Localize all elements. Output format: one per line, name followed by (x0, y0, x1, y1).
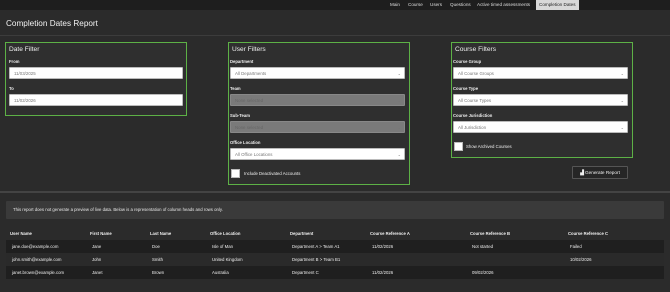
cell-last-name: Doe (152, 244, 160, 249)
cell-user-name: john.smith@example.com (12, 257, 62, 262)
chevron-down-icon: ⌄ (620, 98, 624, 103)
filter-area: Date Filter From 11/03/2025 To 11/02/202… (0, 37, 670, 189)
chevron-down-icon: ⌄ (397, 125, 401, 130)
to-label: To (9, 86, 14, 91)
course-group-label: Course Group (453, 59, 482, 64)
cell-first-name: John (92, 257, 102, 262)
cell-course-ref-a: 11/02/2026 (372, 244, 394, 249)
course-type-select[interactable]: All Course Types ⌄ (453, 94, 628, 106)
tab-completion-dates[interactable]: Completion Dates (536, 0, 579, 10)
cell-first-name: Jane (92, 244, 102, 249)
top-nav: Main Course Users Questions Active timed… (0, 0, 670, 10)
cell-course-ref-c: 10/02/2026 (570, 257, 592, 262)
office-location-select[interactable]: All Office Locations ⌄ (230, 148, 405, 160)
subteam-value: None selected (235, 125, 264, 130)
show-archived-checkbox[interactable] (454, 142, 463, 151)
course-group-value: All Course Groups (458, 71, 494, 76)
date-filter-title: Date Filter (9, 46, 40, 53)
table-row: john.smith@example.com John Smith United… (6, 253, 664, 266)
tab-users[interactable]: Users (427, 0, 445, 10)
cell-first-name: Janet (92, 270, 103, 275)
from-label: From (9, 59, 20, 64)
title-bar: Completion Dates Report (0, 14, 670, 36)
team-label: Team (230, 86, 241, 91)
preview-notice: This report does not generate a preview … (6, 201, 664, 219)
date-filter-panel: Date Filter From 11/03/2025 To 11/02/202… (5, 42, 187, 116)
header-user-name: User Name (10, 231, 32, 236)
table-row: janet.brown@example.com Janet Brown Aust… (6, 266, 664, 279)
cell-last-name: Brown (152, 270, 165, 275)
user-filters-title: User Filters (232, 46, 266, 53)
team-select[interactable]: None selected ⌄ (230, 94, 405, 106)
cell-course-ref-b: 09/02/2026 (472, 270, 494, 275)
page-title: Completion Dates Report (6, 19, 98, 28)
course-filters-panel: Course Filters Course Group All Course G… (451, 42, 633, 158)
course-jurisdiction-select[interactable]: All Jurisdiction ⌄ (453, 121, 628, 133)
subteam-select[interactable]: None selected ⌄ (230, 121, 405, 133)
cell-office-location: United Kingdom (212, 257, 243, 262)
tab-questions[interactable]: Questions (447, 0, 474, 10)
office-location-label: Office Location (230, 140, 261, 145)
to-date-input[interactable]: 11/02/2026 (9, 94, 183, 106)
cell-course-ref-c: Failed (570, 244, 582, 249)
chevron-down-icon: ⌄ (397, 152, 401, 157)
cell-department: Department A > Team A1 (292, 244, 340, 249)
to-date-value: 11/02/2026 (14, 98, 36, 103)
course-type-value: All Course Types (458, 98, 492, 103)
tab-active-timed-assessments[interactable]: Active timed assessments (474, 0, 533, 10)
show-archived-label: Show Archived Courses (466, 144, 512, 149)
cell-department: Department C (292, 270, 319, 275)
generate-report-button[interactable]: ▟Generate Report (572, 166, 628, 179)
cell-department: Department B > Team B1 (292, 257, 341, 262)
cell-user-name: jane.doe@example.com (12, 244, 59, 249)
department-value: All Departments (235, 71, 267, 76)
cell-course-ref-a: 11/02/2026 (372, 270, 394, 275)
course-type-label: Course Type (453, 86, 479, 91)
chevron-down-icon: ⌄ (620, 125, 624, 130)
cell-office-location: Isle of Man (212, 244, 234, 249)
include-deactivated-checkbox[interactable] (231, 169, 240, 178)
section-divider (0, 191, 670, 193)
chart-icon: ▟ (580, 170, 584, 176)
header-office-location: Office Location (210, 231, 241, 236)
cell-last-name: Smith (152, 257, 163, 262)
table-row: jane.doe@example.com Jane Doe Isle of Ma… (6, 240, 664, 253)
tab-course[interactable]: Course (405, 0, 426, 10)
header-course-ref-c: Course Reference C (568, 231, 609, 236)
course-filters-title: Course Filters (455, 46, 497, 53)
header-course-ref-a: Course Reference A (370, 231, 410, 236)
office-location-value: All Office Locations (235, 152, 273, 157)
team-value: None selected (235, 98, 264, 103)
cell-course-ref-b: Not started (472, 244, 494, 249)
from-date-input[interactable]: 11/03/2025 (9, 67, 183, 79)
header-department: Department (290, 231, 314, 236)
chevron-down-icon: ⌄ (620, 71, 624, 76)
generate-report-label: Generate Report (584, 170, 620, 175)
cell-office-location: Australia (212, 270, 229, 275)
table-header: User Name First Name Last Name Office Lo… (6, 228, 664, 240)
course-group-select[interactable]: All Course Groups ⌄ (453, 67, 628, 79)
chevron-down-icon: ⌄ (397, 71, 401, 76)
department-label: Department (230, 59, 254, 64)
cell-user-name: janet.brown@example.com (12, 270, 65, 275)
course-jurisdiction-value: All Jurisdiction (458, 125, 487, 130)
header-course-ref-b: Course Reference B (470, 231, 511, 236)
department-select[interactable]: All Departments ⌄ (230, 67, 405, 79)
user-filters-panel: User Filters Department All Departments ⌄… (228, 42, 410, 185)
tab-main[interactable]: Main (387, 0, 403, 10)
chevron-down-icon: ⌄ (397, 98, 401, 103)
course-jurisdiction-label: Course Jurisdiction (453, 113, 493, 118)
subteam-label: Sub-Team (230, 113, 250, 118)
header-last-name: Last Name (150, 231, 172, 236)
header-first-name: First Name (90, 231, 112, 236)
include-deactivated-label: Include Deactivated Accounts (244, 171, 301, 176)
from-date-value: 11/03/2025 (14, 71, 36, 76)
